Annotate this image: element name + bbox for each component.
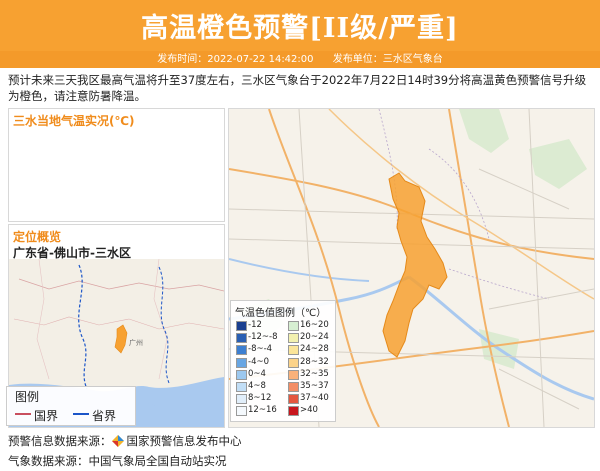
legend-label: -12 <box>248 320 262 330</box>
legend-item: 12~16 <box>236 405 284 417</box>
national-border-label: 国界 <box>34 409 59 423</box>
legend-label: -12~-8 <box>248 332 278 343</box>
legend-item: 20~24 <box>288 332 336 344</box>
weather-source-line: 气象数据来源：中国气象局全国自动站实况 <box>8 454 227 468</box>
overview-legend-title: 图例 <box>15 390 40 404</box>
legend-label: >40 <box>300 405 318 416</box>
national-border-swatch <box>15 413 31 415</box>
legend-label: 8~12 <box>248 393 272 404</box>
legend-swatch <box>288 394 299 405</box>
legend-swatch <box>288 357 299 368</box>
temperature-color-legend: 气温色值图例（℃） -12 -12~-8 -8~-4 -4~0 0~4 4~8 8~12 12… <box>230 300 336 422</box>
publish-time: 发布时间：2022-07-22 14:42:00 <box>157 54 314 65</box>
warning-center-logo-icon <box>111 435 124 447</box>
overview-map-legend: 图例 国界 省界 <box>6 386 136 426</box>
legend-label: 32~35 <box>300 368 329 379</box>
legend-swatch <box>288 369 299 380</box>
warning-meta: 发布时间：2022-07-22 14:42:00 发布单位：三水区气象台 <box>0 51 600 68</box>
legend-label: 0~4 <box>248 368 266 379</box>
legend-swatch <box>236 321 247 331</box>
legend-label: 35~37 <box>300 381 329 391</box>
legend-label: 20~24 <box>300 332 329 343</box>
legend-label: -4~0 <box>248 356 270 367</box>
location-panel-title: 定位概览 <box>13 230 62 244</box>
legend-item: 37~40 <box>288 393 336 405</box>
temperature-legend-title: 气温色值图例（℃） <box>235 308 327 319</box>
legend-label: 12~16 <box>248 405 277 416</box>
legend-item: 4~8 <box>236 381 284 392</box>
legend-swatch <box>236 357 247 368</box>
warning-source-line: 预警信息数据来源： 国家预警信息发布中心 <box>8 433 242 449</box>
legend-label: 37~40 <box>300 393 329 404</box>
legend-item: >40 <box>288 405 336 417</box>
legend-item: -4~0 <box>236 357 284 368</box>
legend-item: 24~28 <box>288 344 336 356</box>
temperature-panel-title: 三水当地气温实况(℃) <box>13 114 135 128</box>
provincial-border-swatch <box>73 413 89 415</box>
legend-item: 0~4 <box>236 369 284 380</box>
warning-description: 预计未来三天我区最高气温将升至37度左右，三水区气象台于2022年7月22日14… <box>8 73 587 103</box>
legend-item: -8~-4 <box>236 344 284 356</box>
legend-swatch <box>288 333 299 344</box>
warning-source-label: 预警信息数据来源： <box>8 434 112 448</box>
legend-item: 35~37 <box>288 381 336 392</box>
legend-label: 24~28 <box>300 344 329 355</box>
legend-item: 32~35 <box>288 369 336 380</box>
guangzhou-label: 广州 <box>129 338 143 347</box>
legend-label: 16~20 <box>300 320 329 330</box>
legend-swatch <box>236 382 247 392</box>
temperature-panel: 三水当地气温实况(℃) <box>8 108 225 222</box>
publisher: 发布单位：三水区气象台 <box>332 54 443 65</box>
warning-header: 高温橙色预警[II级/严重] 发布时间：2022-07-22 14:42:00 … <box>0 0 600 68</box>
provincial-border-label: 省界 <box>92 409 117 423</box>
legend-item: 8~12 <box>236 393 284 405</box>
legend-swatch <box>236 406 247 417</box>
legend-item: -12 <box>236 320 284 331</box>
warning-source-name[interactable]: 国家预警信息发布中心 <box>127 434 242 448</box>
warning-title: 高温橙色预警[II级/严重] <box>141 13 459 44</box>
legend-item: 28~32 <box>288 357 336 368</box>
legend-swatch <box>288 345 299 356</box>
legend-item: -12~-8 <box>236 332 284 344</box>
legend-swatch <box>236 345 247 356</box>
legend-swatch <box>288 321 299 331</box>
legend-label: 4~8 <box>248 381 266 391</box>
legend-label: 28~32 <box>300 356 329 367</box>
legend-swatch <box>236 333 247 344</box>
legend-swatch <box>288 406 299 417</box>
legend-swatch <box>288 382 299 392</box>
legend-swatch <box>236 394 247 405</box>
legend-item: 16~20 <box>288 320 336 331</box>
legend-label: -8~-4 <box>248 344 273 355</box>
legend-swatch <box>236 369 247 380</box>
